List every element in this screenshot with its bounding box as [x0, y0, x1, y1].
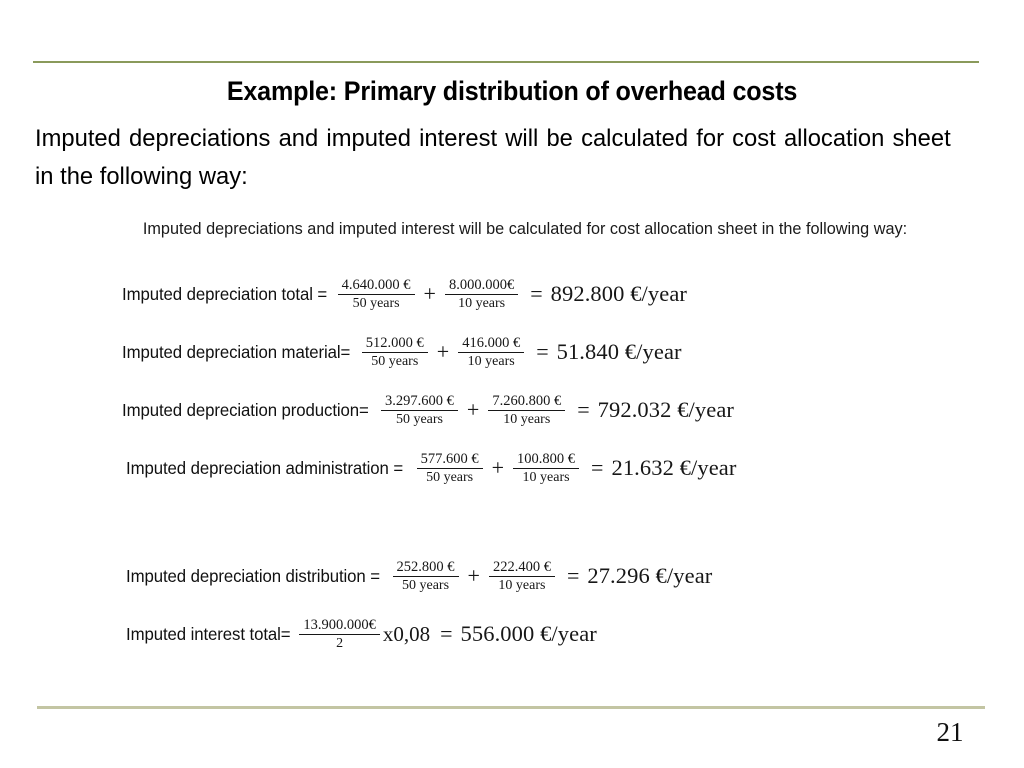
fraction-numerator: 252.800 €	[396, 558, 455, 575]
equation-row: Imputed interest total= 13.900.000€ 2 x0…	[95, 605, 955, 663]
page-number: 21	[936, 717, 964, 747]
equals-operator: =	[566, 563, 580, 588]
equation-row: Imputed depreciation material= 512.000 €…	[95, 323, 955, 381]
fraction-numerator: 7.260.800 €	[492, 392, 562, 409]
plus-operator: +	[491, 455, 505, 480]
equation-label: Imputed depreciation distribution =	[126, 565, 380, 586]
fraction-numerator: 416.000 €	[462, 334, 521, 351]
plus-operator: +	[423, 281, 436, 306]
equation-result: 21.632 €/year	[611, 455, 737, 480]
fraction-second: 222.400 € 10 years	[487, 559, 557, 594]
equation-result: 51.840 €/year	[556, 339, 682, 364]
fraction-second: 7.260.800 € 10 years	[486, 393, 567, 428]
equals-operator: =	[536, 339, 549, 364]
fraction-denominator: 10 years	[513, 467, 580, 486]
fraction-numerator: 577.600 €	[420, 450, 479, 467]
fraction-first: 4.640.000 € 50 years	[336, 277, 417, 312]
equals-operator: =	[577, 397, 590, 422]
equation-label: Imputed depreciation administration =	[126, 457, 404, 478]
fraction-denominator: 50 years	[361, 351, 428, 370]
intro-paragraph: Imputed depreciations and imputed intere…	[35, 125, 951, 190]
plus-operator: +	[436, 339, 450, 364]
fraction-second: 416.000 € 10 years	[456, 335, 526, 370]
fraction-first: 577.600 € 50 years	[415, 451, 485, 486]
equation-label: Imputed depreciation material=	[122, 341, 351, 362]
fraction-denominator: 50 years	[416, 467, 483, 486]
bottom-divider-rule	[37, 706, 985, 709]
equation-label: Imputed depreciation total =	[122, 283, 328, 304]
equation-list: Imputed depreciation total = 4.640.000 €…	[95, 265, 955, 663]
equation-result: 792.032 €/year	[597, 397, 735, 422]
equation-row: Imputed depreciation administration = 57…	[95, 439, 955, 497]
plus-operator: +	[467, 563, 480, 588]
formula-figure: Imputed depreciations and imputed intere…	[95, 214, 955, 663]
fraction-numerator: 13.900.000€	[303, 616, 376, 633]
fraction-first: 3.297.600 € 50 years	[379, 393, 460, 428]
slide: Example: Primary distribution of overhea…	[0, 0, 1024, 768]
fraction-denominator: 10 years	[444, 293, 519, 312]
fraction-denominator: 50 years	[392, 575, 459, 594]
fraction-second: 100.800 € 10 years	[511, 451, 581, 486]
fraction-denominator: 50 years	[337, 293, 415, 312]
fraction-denominator: 10 years	[488, 575, 555, 594]
top-divider-rule	[33, 61, 979, 63]
equation-row: Imputed depreciation production= 3.297.6…	[95, 381, 955, 439]
equals-operator: =	[591, 455, 604, 480]
equation-label: Imputed depreciation production=	[122, 399, 369, 420]
fraction-numerator: 512.000 €	[365, 334, 424, 351]
equation-label: Imputed interest total=	[126, 623, 291, 644]
fraction-numerator: 100.800 €	[517, 450, 576, 467]
equation-result: 892.800 €/year	[550, 281, 688, 306]
figure-caption: Imputed depreciations and imputed intere…	[142, 220, 908, 238]
equation-result: 556.000 €/year	[460, 621, 597, 646]
equation-result: 27.296 €/year	[587, 563, 713, 588]
fraction-first: 13.900.000€ 2	[297, 617, 382, 652]
fraction-denominator: 10 years	[488, 409, 566, 428]
fraction-numerator: 222.400 €	[492, 558, 551, 575]
fraction-denominator: 50 years	[381, 409, 458, 428]
multiplier-term: x0,08	[382, 621, 431, 646]
plus-operator: +	[466, 397, 480, 422]
equation-row: Imputed depreciation total = 4.640.000 €…	[95, 265, 955, 323]
fraction-numerator: 3.297.600 €	[385, 392, 454, 409]
fraction-denominator: 2	[299, 633, 380, 652]
fraction-first: 512.000 € 50 years	[360, 335, 430, 370]
fraction-first: 252.800 € 50 years	[391, 559, 461, 594]
equation-row: Imputed depreciation distribution = 252.…	[95, 547, 955, 605]
fraction-second: 8.000.000€ 10 years	[443, 277, 520, 312]
equals-operator: =	[440, 621, 453, 646]
fraction-numerator: 8.000.000€	[448, 276, 515, 293]
fraction-numerator: 4.640.000 €	[341, 276, 411, 293]
equals-operator: =	[530, 281, 543, 306]
page-title: Example: Primary distribution of overhea…	[226, 76, 798, 106]
fraction-denominator: 10 years	[458, 351, 525, 370]
